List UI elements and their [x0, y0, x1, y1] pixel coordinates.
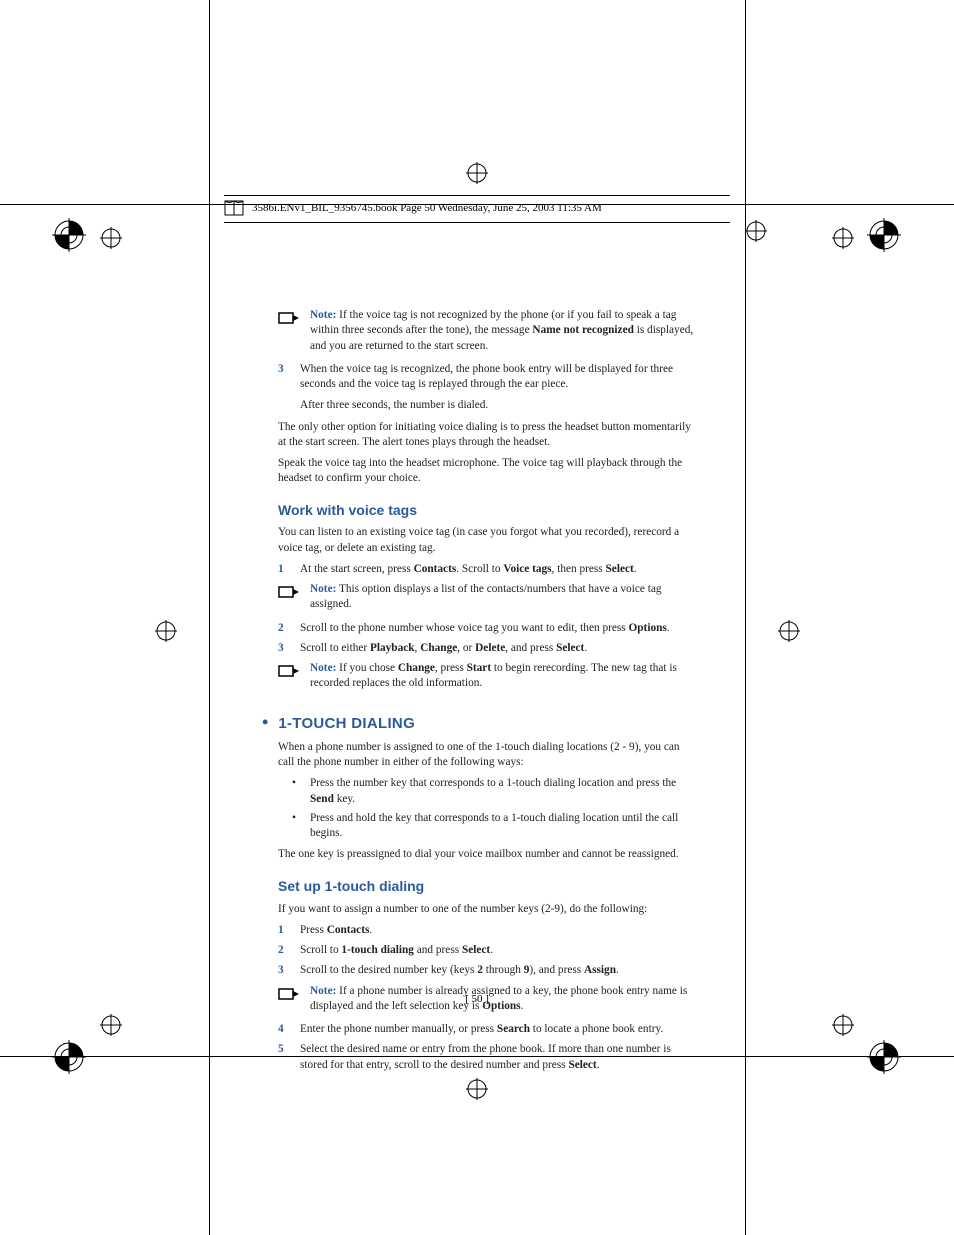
step-number: 3 [278, 362, 290, 414]
paragraph: You can listen to an existing voice tag … [278, 525, 696, 556]
crop-line-left [209, 0, 210, 1235]
list-item: 1 Press Contacts. [278, 923, 696, 938]
step-number: 1 [278, 923, 290, 938]
list-item: 1 At the start screen, press Contacts. S… [278, 562, 696, 577]
note-block: Note: If the voice tag is not recognized… [278, 308, 696, 354]
list-item: 3 Scroll to either Playback, Change, or … [278, 641, 696, 656]
crosshair-icon [100, 1014, 122, 1036]
crosshair-icon [832, 227, 854, 249]
section-heading-row: • 1-TOUCH DIALING [262, 710, 696, 734]
crop-line-right [745, 0, 746, 1235]
crosshair-icon [466, 162, 488, 184]
paragraph: Speak the voice tag into the headset mic… [278, 456, 696, 487]
target-icon [52, 1040, 86, 1074]
step-number: 5 [278, 1042, 290, 1073]
list-item: 3 Scroll to the desired number key (keys… [278, 963, 696, 978]
section-heading: 1-TOUCH DIALING [278, 714, 415, 734]
crosshair-icon [778, 620, 800, 642]
list-item: 5 Select the desired name or entry from … [278, 1042, 696, 1073]
page-number: [ 50 ] [0, 993, 954, 1005]
paragraph: The one key is preassigned to dial your … [278, 847, 696, 862]
bullet-icon: • [292, 776, 302, 807]
bullet-icon: • [292, 811, 302, 842]
book-icon [224, 200, 244, 216]
paragraph: When a phone number is assigned to one o… [278, 740, 696, 771]
list-item: 2 Scroll to the phone number whose voice… [278, 621, 696, 636]
crosshair-icon [155, 620, 177, 642]
paragraph: The only other option for initiating voi… [278, 420, 696, 451]
crosshair-icon [100, 227, 122, 249]
list-item: 4 Enter the phone number manually, or pr… [278, 1022, 696, 1037]
step-number: 3 [278, 963, 290, 978]
section-heading: Work with voice tags [278, 501, 696, 520]
crosshair-icon [745, 220, 767, 242]
list-item: 2 Scroll to 1-touch dialing and press Se… [278, 943, 696, 958]
note-label: Note: [310, 309, 336, 321]
section-heading: Set up 1-touch dialing [278, 877, 696, 896]
list-item: • Press the number key that corresponds … [292, 776, 696, 807]
target-icon [867, 1040, 901, 1074]
target-icon [52, 218, 86, 252]
note-block: Note: This option displays a list of the… [278, 582, 696, 613]
step-number: 4 [278, 1022, 290, 1037]
list-item: 3 When the voice tag is recognized, the … [278, 362, 696, 414]
note-text: Note: If the voice tag is not recognized… [310, 308, 696, 354]
target-icon [867, 218, 901, 252]
page-content: Note: If the voice tag is not recognized… [278, 304, 696, 1078]
step-number: 2 [278, 943, 290, 958]
note-icon [278, 661, 300, 692]
step-number: 2 [278, 621, 290, 636]
step-number: 3 [278, 641, 290, 656]
header-filename: 3586i.ENv1_BIL_9356745.book Page 50 Wedn… [252, 202, 602, 214]
note-block: Note: If you chose Change, press Start t… [278, 661, 696, 692]
bullet-icon: • [262, 710, 268, 734]
list-item: • Press and hold the key that correspond… [292, 811, 696, 842]
crosshair-icon [832, 1014, 854, 1036]
crosshair-icon [466, 1078, 488, 1100]
step-number: 1 [278, 562, 290, 577]
paragraph: If you want to assign a number to one of… [278, 902, 696, 917]
page-header-frame: 3586i.ENv1_BIL_9356745.book Page 50 Wedn… [224, 195, 730, 223]
note-icon [278, 308, 300, 354]
note-icon [278, 582, 300, 613]
